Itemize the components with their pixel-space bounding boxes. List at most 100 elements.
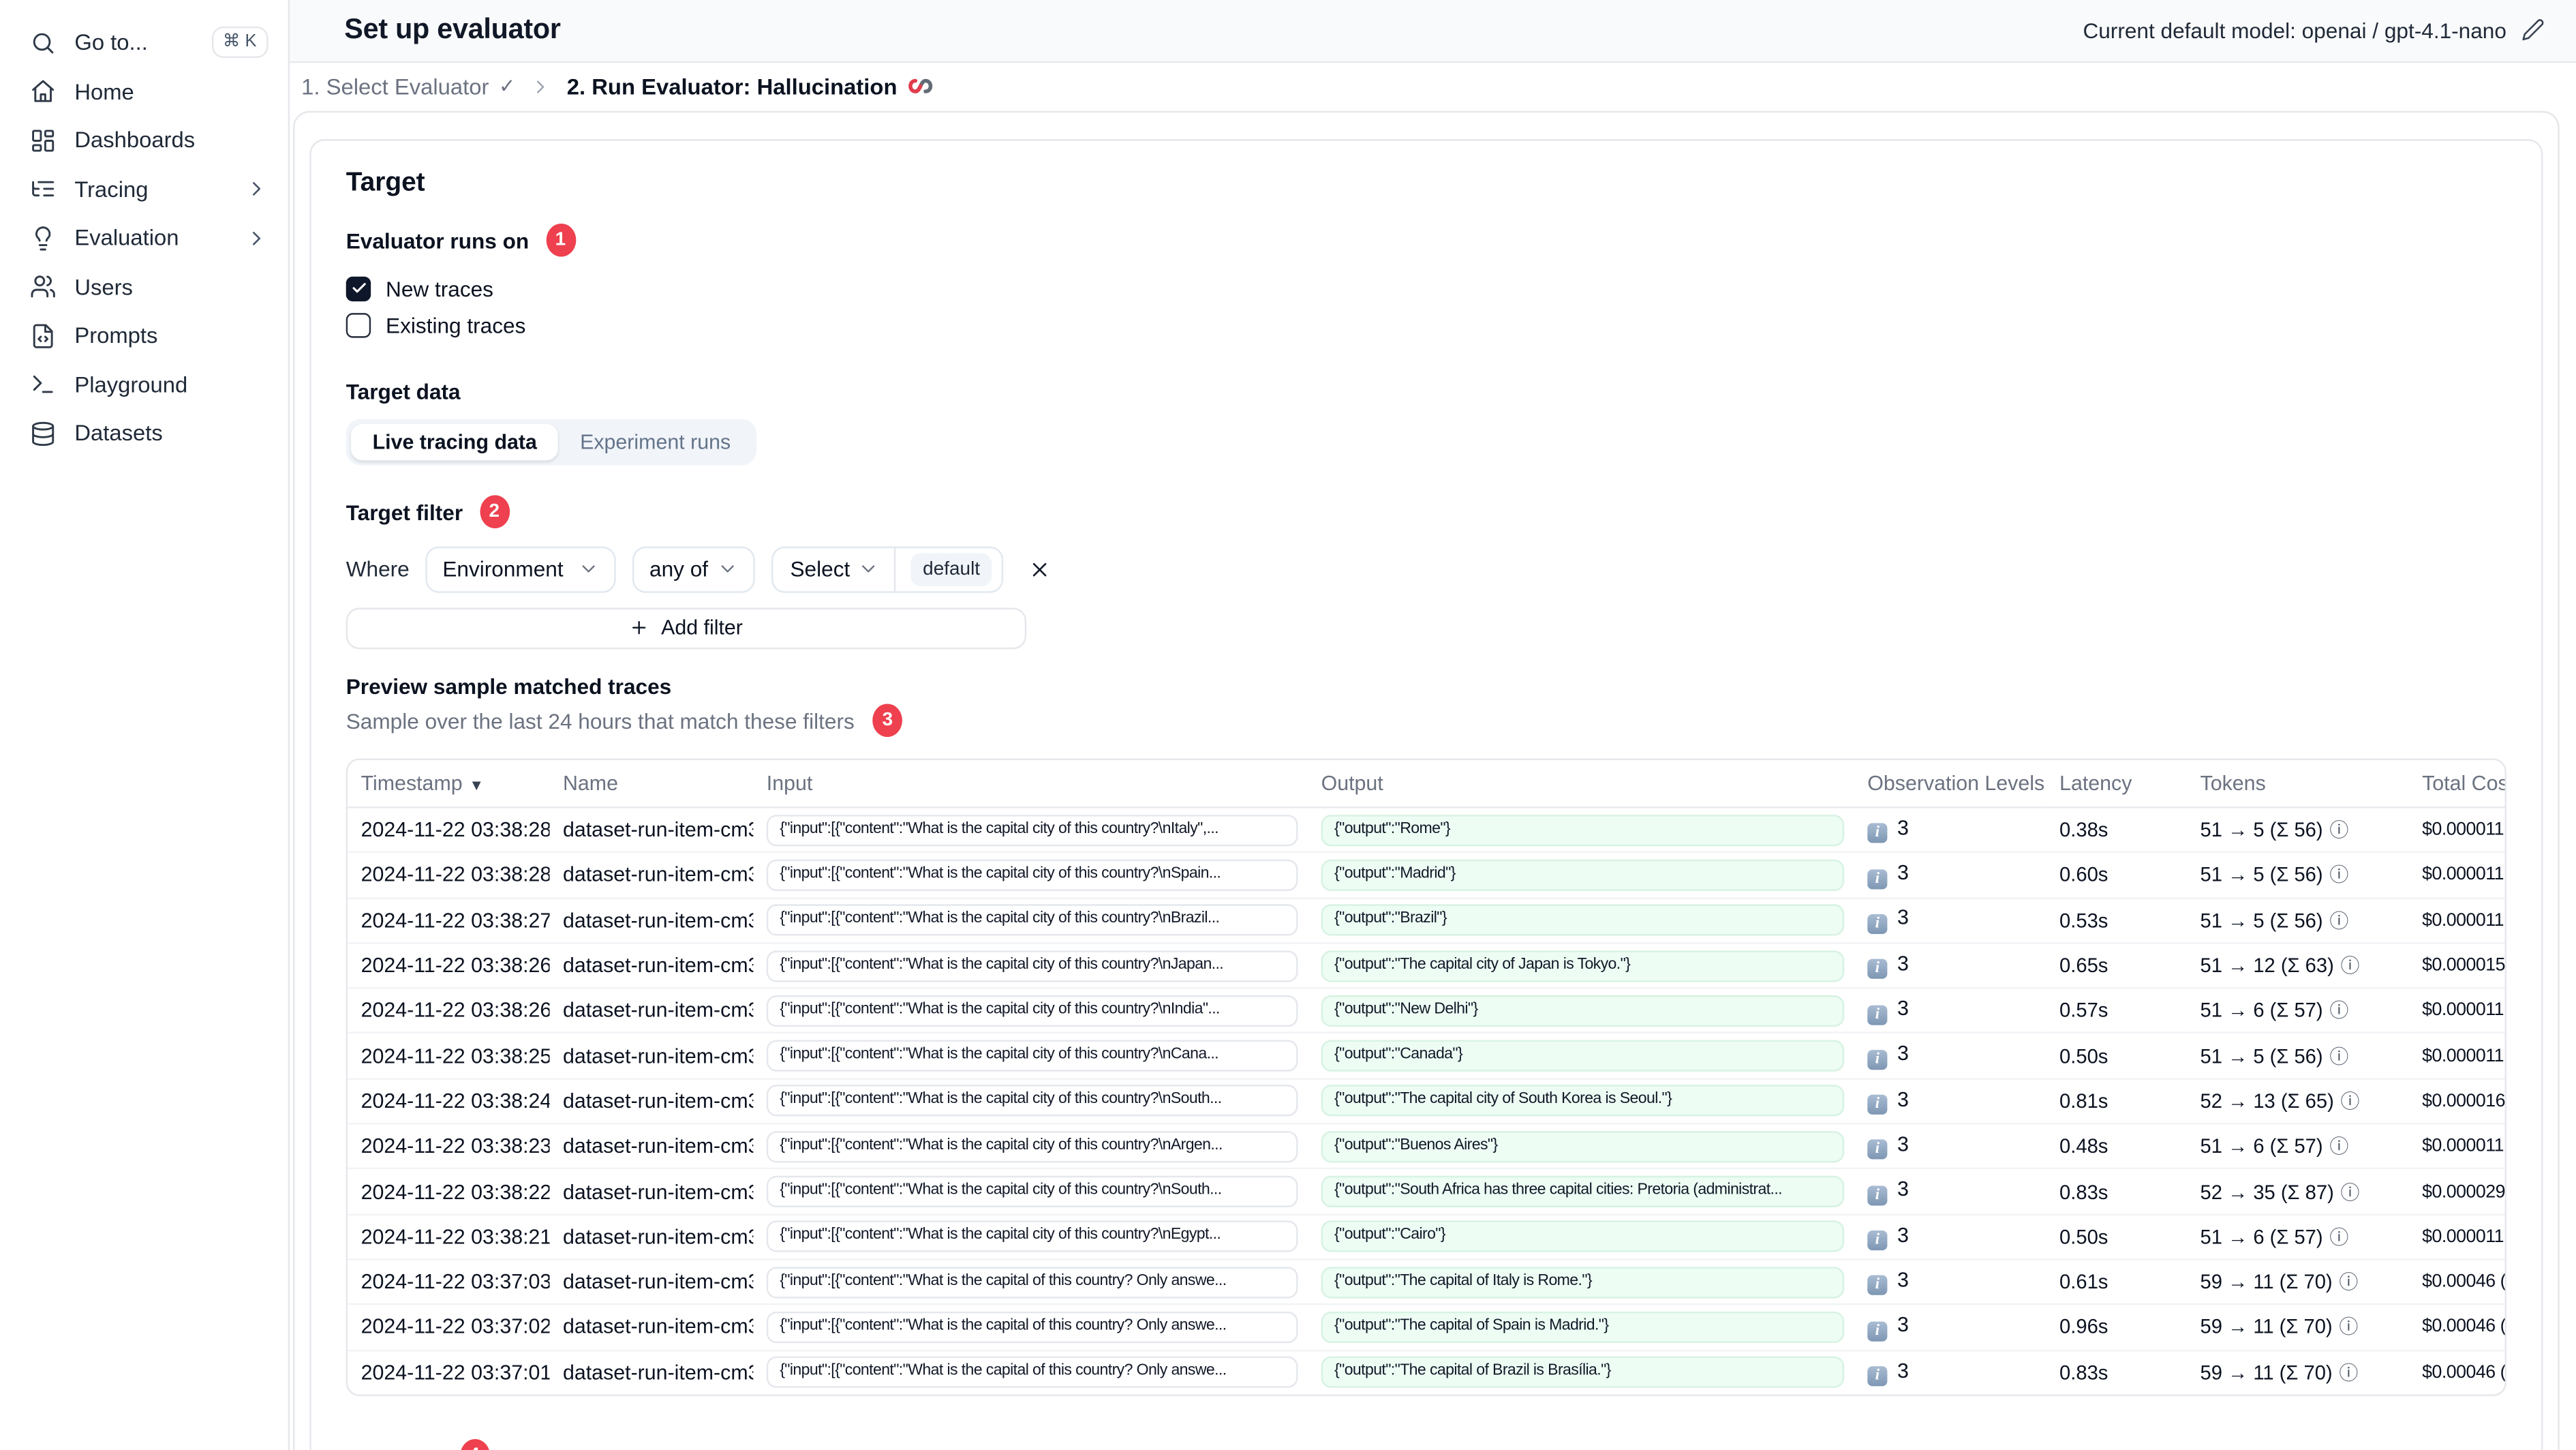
filter-operator-select[interactable]: any of	[632, 545, 756, 592]
runs-on-label: Evaluator runs on 1	[346, 222, 2506, 258]
input-json-box[interactable]: {"input":[{"content":"What is the capita…	[766, 1085, 1298, 1117]
sidebar-item-evaluation[interactable]: Evaluation	[0, 213, 288, 262]
input-json-box[interactable]: {"input":[{"content":"What is the capita…	[766, 1040, 1298, 1072]
go-to-search[interactable]: Go to... ⌘ K	[0, 18, 288, 67]
info-circle-icon[interactable]: ⓘ	[2329, 1044, 2348, 1068]
info-circle-icon[interactable]: ⓘ	[2339, 1316, 2358, 1339]
table-row[interactable]: 2024-11-22 03:38:24 dataset-run-item-cm3…	[348, 1077, 2505, 1124]
cell-total-cost: $0.000011 (	[2408, 987, 2505, 1033]
cell-total-cost: $0.000011 (	[2408, 1213, 2505, 1260]
table-row[interactable]: 2024-11-22 03:37:02 dataset-run-item-cm3…	[348, 1303, 2505, 1350]
sidebar-item-playground[interactable]: Playground	[0, 360, 288, 409]
knot-icon	[908, 78, 932, 93]
table-row[interactable]: 2024-11-22 03:38:28 dataset-run-item-cm3…	[348, 807, 2505, 852]
remove-filter-button[interactable]	[1019, 549, 1059, 588]
info-circle-icon[interactable]: ⓘ	[2341, 1089, 2360, 1113]
table-row[interactable]: 2024-11-22 03:37:03 dataset-run-item-cm3…	[348, 1258, 2505, 1305]
output-json-box[interactable]: {"output":"The capital of Brazil is Bras…	[1321, 1357, 1845, 1389]
info-circle-icon[interactable]: ⓘ	[2339, 1271, 2358, 1294]
output-json-box[interactable]: {"output":"Canada"}	[1321, 1040, 1845, 1072]
info-circle-icon[interactable]: ⓘ	[2329, 1135, 2348, 1158]
sidebar-item-users[interactable]: Users	[0, 262, 288, 312]
tab-live-tracing-data[interactable]: Live tracing data	[351, 423, 559, 460]
output-json-box[interactable]: {"output":"Rome"}	[1321, 814, 1845, 846]
input-json-box[interactable]: {"input":[{"content":"What is the capita…	[766, 904, 1298, 937]
info-circle-icon[interactable]: ⓘ	[2329, 999, 2348, 1023]
app-window: Go to... ⌘ K Home Dashboards Tracing Eva…	[0, 0, 2576, 1450]
input-json-box[interactable]: {"input":[{"content":"What is the capita…	[766, 859, 1298, 891]
sidebar-item-tracing[interactable]: Tracing	[0, 165, 288, 214]
input-json-box[interactable]: {"input":[{"content":"What is the capita…	[766, 1311, 1298, 1343]
filter-column-select[interactable]: Environment	[426, 545, 617, 592]
target-data-label: Target data	[346, 378, 461, 404]
output-json-box[interactable]: {"output":"Madrid"}	[1321, 859, 1845, 891]
table-row[interactable]: 2024-11-22 03:38:26 dataset-run-item-cm3…	[348, 941, 2505, 988]
input-json-box[interactable]: {"input":[{"content":"What is the capita…	[766, 814, 1298, 846]
search-icon	[33, 33, 54, 53]
output-json-box[interactable]: {"output":"The capital city of South Kor…	[1321, 1085, 1845, 1117]
table-row[interactable]: 2024-11-22 03:38:28 dataset-run-item-cm3…	[348, 851, 2505, 898]
cell-input: {"input":[{"content":"What is the capita…	[753, 1032, 1308, 1079]
table-row[interactable]: 2024-11-22 03:38:21 dataset-run-item-cm3…	[348, 1213, 2505, 1260]
filter-value-chip[interactable]: default	[911, 552, 992, 586]
input-json-box[interactable]: {"input":[{"content":"What is the capita…	[766, 1221, 1298, 1253]
col-input: Input	[753, 759, 1308, 809]
cell-latency: 0.53s	[2046, 896, 2188, 943]
table-row[interactable]: 2024-11-22 03:38:25 dataset-run-item-cm3…	[348, 1032, 2505, 1079]
cell-total-cost: $0.000016	[2408, 1077, 2505, 1124]
info-circle-icon[interactable]: ⓘ	[2329, 818, 2348, 841]
close-icon	[1032, 562, 1047, 576]
default-model-label: Current default model: openai / gpt-4.1-…	[2083, 18, 2506, 43]
cell-name: dataset-run-item-cm3s4	[549, 987, 754, 1033]
output-json-box[interactable]: {"output":"The capital of Spain is Madri…	[1321, 1311, 1845, 1343]
col-timestamp[interactable]: Timestamp ▼	[348, 759, 550, 809]
sidebar-item-prompts[interactable]: Prompts	[0, 312, 288, 361]
pencil-icon[interactable]	[2521, 18, 2545, 42]
breadcrumb-step-2[interactable]: 2. Run Evaluator: Hallucination	[567, 73, 934, 100]
add-filter-button[interactable]: Add filter	[346, 607, 1027, 649]
cell-timestamp: 2024-11-22 03:38:24	[348, 1077, 550, 1124]
sidebar: Go to... ⌘ K Home Dashboards Tracing Eva…	[0, 0, 290, 1450]
cell-input: {"input":[{"content":"What is the capita…	[753, 1258, 1308, 1305]
step-badge-3: 3	[872, 703, 903, 736]
info-circle-icon[interactable]: ⓘ	[2341, 1180, 2360, 1203]
sidebar-item-dashboards[interactable]: Dashboards	[0, 116, 288, 165]
cell-tokens: 51 → 5 (Σ 56) ⓘ	[2187, 1032, 2409, 1079]
input-json-box[interactable]: {"input":[{"content":"What is the capita…	[766, 1130, 1298, 1162]
output-json-box[interactable]: {"output":"South Africa has three capita…	[1321, 1175, 1845, 1207]
info-square-icon: i	[1867, 1185, 1888, 1205]
info-circle-icon[interactable]: ⓘ	[2329, 1225, 2348, 1248]
input-json-box[interactable]: {"input":[{"content":"What is the capita…	[766, 1175, 1298, 1207]
input-json-box[interactable]: {"input":[{"content":"What is the capita…	[766, 995, 1298, 1027]
info-square-icon: i	[1867, 913, 1888, 935]
input-json-box[interactable]: {"input":[{"content":"What is the capita…	[766, 1266, 1298, 1298]
chevron-down-icon	[722, 565, 735, 573]
table-row[interactable]: 2024-11-22 03:37:01 dataset-run-item-cm3…	[348, 1348, 2505, 1395]
output-json-box[interactable]: {"output":"New Delhi"}	[1321, 995, 1845, 1027]
output-json-box[interactable]: {"output":"The capital city of Japan is …	[1321, 950, 1845, 982]
output-json-box[interactable]: {"output":"Cairo"}	[1321, 1221, 1845, 1253]
checkbox-existing-traces[interactable]: Existing traces	[346, 307, 2506, 342]
output-json-box[interactable]: {"output":"Brazil"}	[1321, 904, 1845, 937]
tab-experiment-runs[interactable]: Experiment runs	[559, 423, 752, 459]
sidebar-item-home[interactable]: Home	[0, 67, 288, 116]
sidebar-item-label: Datasets	[74, 421, 163, 447]
info-circle-icon[interactable]: ⓘ	[2339, 1361, 2358, 1385]
info-circle-icon[interactable]: ⓘ	[2329, 864, 2348, 887]
input-json-box[interactable]: {"input":[{"content":"What is the capita…	[766, 1357, 1298, 1389]
breadcrumb-step-1[interactable]: 1. Select Evaluator ✓	[301, 74, 515, 98]
table-row[interactable]: 2024-11-22 03:38:22 dataset-run-item-cm3…	[348, 1168, 2505, 1215]
table-row[interactable]: 2024-11-22 03:38:27 dataset-run-item-cm3…	[348, 896, 2505, 943]
table-row[interactable]: 2024-11-22 03:38:23 dataset-run-item-cm3…	[348, 1123, 2505, 1169]
info-circle-icon[interactable]: ⓘ	[2341, 954, 2360, 977]
checkbox-new-traces[interactable]: New traces	[346, 271, 2506, 305]
info-circle-icon[interactable]: ⓘ	[2329, 909, 2348, 932]
input-json-box[interactable]: {"input":[{"content":"What is the capita…	[766, 950, 1298, 982]
output-json-box[interactable]: {"output":"The capital of Italy is Rome.…	[1321, 1266, 1845, 1298]
filter-value-select[interactable]: Select	[790, 556, 850, 581]
chevron-down-icon	[863, 565, 876, 573]
step-badge-1: 1	[545, 222, 576, 256]
table-row[interactable]: 2024-11-22 03:38:26 dataset-run-item-cm3…	[348, 987, 2505, 1033]
output-json-box[interactable]: {"output":"Buenos Aires"}	[1321, 1130, 1845, 1162]
sidebar-item-datasets[interactable]: Datasets	[0, 409, 288, 458]
